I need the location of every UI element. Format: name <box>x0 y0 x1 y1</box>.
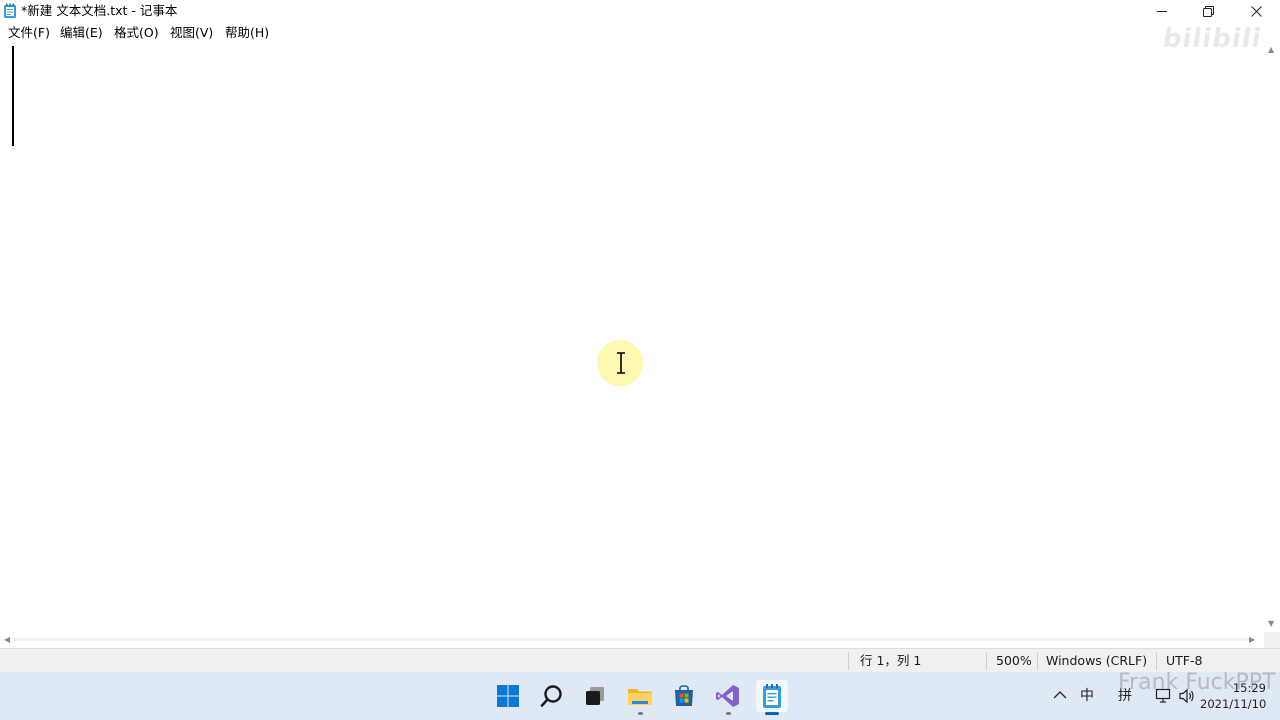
window-title: *新建 文本文档.txt - 记事本 <box>21 3 178 18</box>
running-indicator <box>638 712 643 715</box>
scroll-down-icon[interactable]: ▼ <box>1268 620 1274 628</box>
scroll-right-icon[interactable]: ▶ <box>1249 636 1255 644</box>
close-icon <box>1250 5 1262 17</box>
menu-bar: 文件(F) 编辑(E) 格式(O) 视图(V) 帮助(H) <box>0 22 1280 42</box>
start-icon <box>497 685 519 707</box>
text-editor[interactable] <box>0 42 1264 632</box>
status-divider <box>848 652 849 670</box>
visual-studio-icon <box>716 685 739 707</box>
active-indicator <box>765 712 779 715</box>
cursor-position: 行 1，列 1 <box>860 653 922 668</box>
search-icon <box>540 685 562 707</box>
title-bar[interactable]: *新建 文本文档.txt - 记事本 <box>0 0 1280 22</box>
text-caret <box>12 46 14 146</box>
horizontal-scroll-track[interactable] <box>14 638 1250 641</box>
vertical-scrollbar[interactable] <box>1264 42 1280 632</box>
file-explorer-button[interactable] <box>624 680 656 712</box>
encoding: UTF-8 <box>1166 653 1203 668</box>
microsoft-store-button[interactable] <box>668 680 700 712</box>
status-divider <box>1156 652 1157 670</box>
visual-studio-button[interactable] <box>712 680 744 712</box>
zoom-level: 500% <box>996 653 1032 668</box>
menu-format[interactable]: 格式(O) <box>114 25 159 40</box>
menu-view[interactable]: 视图(V) <box>170 25 213 40</box>
ime-mode-indicator[interactable]: 中 <box>1080 687 1094 705</box>
bilibili-watermark: bilibili <box>1160 24 1264 54</box>
scroll-left-icon[interactable]: ◀ <box>4 636 10 644</box>
task-view-icon <box>586 687 604 705</box>
restore-button[interactable] <box>1185 0 1231 22</box>
minimize-icon <box>1157 11 1167 12</box>
start-button[interactable] <box>492 680 524 712</box>
line-ending: Windows (CRLF) <box>1046 653 1148 668</box>
search-button[interactable] <box>536 680 568 712</box>
restore-icon <box>1202 5 1214 17</box>
notepad-icon <box>4 3 16 18</box>
menu-file[interactable]: 文件(F) <box>8 25 50 40</box>
clock-time[interactable]: 15:29 <box>1226 681 1266 695</box>
task-view-button[interactable] <box>579 680 611 712</box>
file-explorer-icon <box>628 689 652 705</box>
ibeam-cursor-icon <box>617 352 625 374</box>
status-divider <box>986 652 987 670</box>
scroll-up-icon[interactable]: ▲ <box>1268 46 1274 54</box>
minimize-button[interactable] <box>1139 0 1185 22</box>
notepad-icon <box>763 684 781 708</box>
running-indicator <box>726 712 731 715</box>
status-divider <box>1037 652 1038 670</box>
microsoft-store-icon <box>675 685 693 706</box>
menu-help[interactable]: 帮助(H) <box>225 25 269 40</box>
scrollbar-corner <box>1264 632 1280 648</box>
chevron-up-icon[interactable] <box>1053 690 1067 700</box>
close-button[interactable] <box>1233 0 1279 22</box>
menu-edit[interactable]: 编辑(E) <box>60 25 103 40</box>
clock-date[interactable]: 2021/11/10 <box>1200 697 1266 711</box>
notepad-taskbar-button[interactable] <box>756 680 788 712</box>
